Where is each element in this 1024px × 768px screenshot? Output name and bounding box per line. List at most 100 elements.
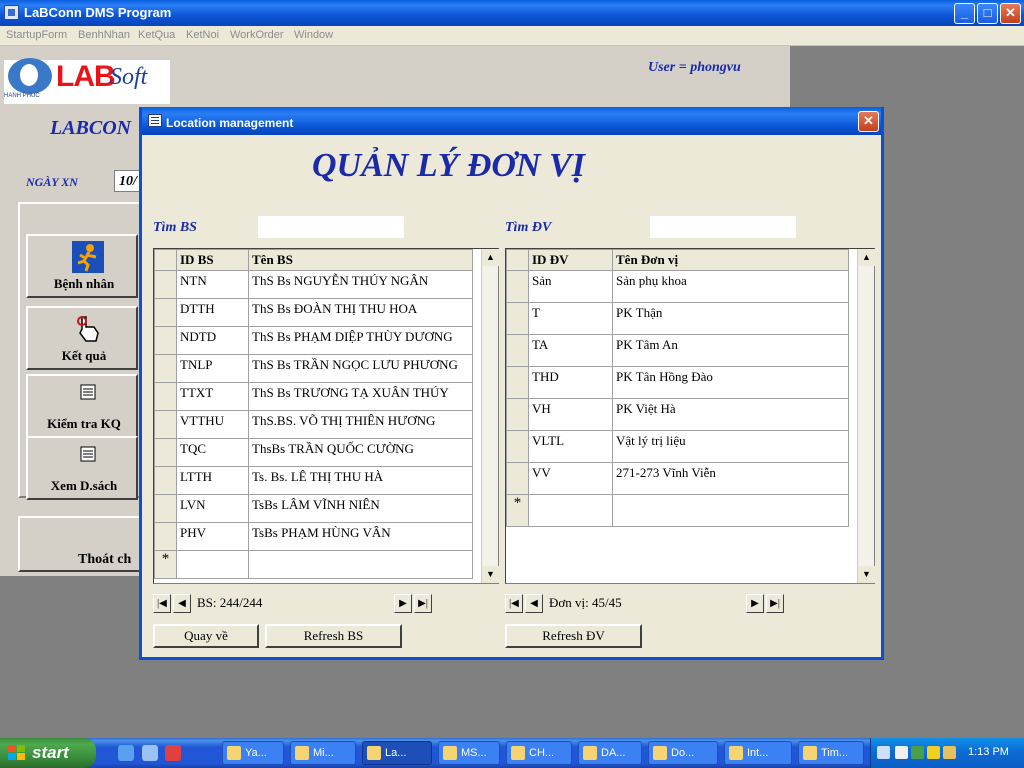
back-button[interactable]: Quay về xyxy=(153,624,259,648)
menu-startupform[interactable]: StartupForm xyxy=(6,29,67,41)
row-selector[interactable] xyxy=(506,270,529,303)
bs-cell-id[interactable]: TNLP xyxy=(176,354,249,383)
bs-cell-id[interactable]: NTN xyxy=(176,270,249,299)
dialog-close-button[interactable]: ✕ xyxy=(858,111,879,132)
taskbar-item-ch[interactable]: CH... xyxy=(506,741,572,765)
bs-cell-id[interactable]: LVN xyxy=(176,494,249,523)
tray-app-icon[interactable] xyxy=(943,746,956,759)
dv-cell-name[interactable]: 271-273 Vĩnh Viễn xyxy=(612,462,849,495)
row-selector[interactable] xyxy=(154,410,177,439)
table-row[interactable]: T PK Thận xyxy=(506,302,849,335)
result-button[interactable]: Kết quả xyxy=(26,306,138,370)
scroll-up-icon[interactable]: ▲ xyxy=(858,249,875,266)
row-selector[interactable] xyxy=(154,494,177,523)
bs-cell-name[interactable]: ThS Bs NGUYỄN THÚY NGÂN xyxy=(248,270,473,299)
new-record-row[interactable]: * xyxy=(154,550,473,579)
table-row[interactable]: DTTH ThS Bs ĐOÀN THỊ THU HOA xyxy=(154,298,473,327)
unit-grid[interactable]: ID ĐV Tên Đơn vị Sản Sản phụ khoa T PK Thận… xyxy=(505,248,875,584)
next-record-icon[interactable]: ▶ xyxy=(746,594,764,613)
bs-cell-id[interactable]: TQC xyxy=(176,438,249,467)
menu-window[interactable]: Window xyxy=(294,29,333,41)
row-selector[interactable] xyxy=(154,270,177,299)
bs-cell-name[interactable]: ThS Bs ĐOÀN THỊ THU HOA xyxy=(248,298,473,327)
last-record-icon[interactable]: ▶| xyxy=(414,594,432,613)
table-row[interactable]: LVN TsBs LÂM VĨNH NIÊN xyxy=(154,494,473,523)
tray-app-icon[interactable] xyxy=(911,746,924,759)
main-title-bar[interactable]: LaBConn DMS Program _ □ ✕ xyxy=(0,0,1024,26)
table-row[interactable]: PHV TsBs PHẠM HÙNG VÂN xyxy=(154,522,473,551)
bs-cell-id[interactable]: LTTH xyxy=(176,466,249,495)
table-row[interactable]: TNLP ThS Bs TRẦN NGỌC LƯU PHƯƠNG xyxy=(154,354,473,383)
last-record-icon[interactable]: ▶| xyxy=(766,594,784,613)
table-row[interactable]: NDTD ThS Bs PHẠM DIỆP THÙY DƯƠNG xyxy=(154,326,473,355)
bs-cell-id[interactable]: TTXT xyxy=(176,382,249,411)
row-selector[interactable] xyxy=(154,354,177,383)
first-record-icon[interactable]: |◀ xyxy=(505,594,523,613)
taskbar-item-int[interactable]: Int... xyxy=(724,741,792,765)
row-selector[interactable] xyxy=(506,430,529,463)
tray-app-icon[interactable] xyxy=(927,746,940,759)
menu-workorder[interactable]: WorkOrder xyxy=(230,29,284,41)
taskbar-item-do[interactable]: Do... xyxy=(648,741,718,765)
prev-record-icon[interactable]: ◀ xyxy=(525,594,543,613)
patient-button[interactable]: Bệnh nhân xyxy=(26,234,138,298)
taskbar-item-ms[interactable]: MS... xyxy=(438,741,500,765)
row-selector[interactable] xyxy=(506,334,529,367)
menu-benhnhan[interactable]: BenhNhan xyxy=(78,29,130,41)
minimize-button[interactable]: _ xyxy=(954,3,975,24)
table-row[interactable]: LTTH Ts. Bs. LÊ THỊ THU HÀ xyxy=(154,466,473,495)
new-record-cell[interactable] xyxy=(248,550,473,579)
refresh-bs-button[interactable]: Refresh BS xyxy=(265,624,402,648)
table-row[interactable]: VTTHU ThS.BS. VÕ THỊ THIÊN HƯƠNG xyxy=(154,410,473,439)
row-selector[interactable] xyxy=(154,382,177,411)
check-result-button[interactable]: Kiểm tra KQ xyxy=(26,374,138,438)
table-row[interactable]: VV 271-273 Vĩnh Viễn xyxy=(506,462,849,495)
column-header-ten-don-vi[interactable]: Tên Đơn vị xyxy=(612,249,849,271)
bs-cell-name[interactable]: Ts. Bs. LÊ THỊ THU HÀ xyxy=(248,466,473,495)
table-row[interactable]: NTN ThS Bs NGUYỄN THÚY NGÂN xyxy=(154,270,473,299)
table-row[interactable]: TQC ThsBs TRẦN QUỐC CƯỜNG xyxy=(154,438,473,467)
unit-grid-scrollbar[interactable]: ▲ ▼ xyxy=(857,249,875,583)
bs-cell-name[interactable]: TsBs PHẠM HÙNG VÂN xyxy=(248,522,473,551)
doctor-grid-scrollbar[interactable]: ▲ ▼ xyxy=(481,249,499,583)
table-row[interactable]: Sản Sản phụ khoa xyxy=(506,270,849,303)
new-record-cell[interactable] xyxy=(528,494,613,527)
bs-cell-name[interactable]: ThS Bs TRƯƠNG TẠ XUÂN THÚY xyxy=(248,382,473,411)
start-button[interactable]: start xyxy=(0,738,96,768)
table-row[interactable]: TTXT ThS Bs TRƯƠNG TẠ XUÂN THÚY xyxy=(154,382,473,411)
scroll-down-icon[interactable]: ▼ xyxy=(482,566,499,583)
next-record-icon[interactable]: ▶ xyxy=(394,594,412,613)
dialog-title-bar[interactable]: Location management xyxy=(142,107,881,135)
bs-cell-id[interactable]: VTTHU xyxy=(176,410,249,439)
table-row[interactable]: VH PK Việt Hà xyxy=(506,398,849,431)
bs-cell-name[interactable]: ThS Bs TRẦN NGỌC LƯU PHƯƠNG xyxy=(248,354,473,383)
row-selector[interactable] xyxy=(154,438,177,467)
dv-cell-name[interactable]: Sản phụ khoa xyxy=(612,270,849,303)
exit-button[interactable]: Thoát ch xyxy=(18,516,148,572)
network-icon[interactable] xyxy=(895,746,908,759)
bs-cell-id[interactable]: NDTD xyxy=(176,326,249,355)
taskbar-item-tim[interactable]: Tim... xyxy=(798,741,864,765)
row-selector[interactable] xyxy=(154,326,177,355)
ie-icon[interactable] xyxy=(118,745,134,761)
bs-cell-id[interactable]: DTTH xyxy=(176,298,249,327)
dv-cell-id[interactable]: VH xyxy=(528,398,613,431)
dv-cell-id[interactable]: VV xyxy=(528,462,613,495)
new-record-row[interactable]: * xyxy=(506,494,849,527)
dv-cell-name[interactable]: PK Tâm An xyxy=(612,334,849,367)
row-selector[interactable] xyxy=(154,466,177,495)
table-row[interactable]: VLTL Vật lý trị liệu xyxy=(506,430,849,463)
bs-cell-name[interactable]: ThsBs TRẦN QUỐC CƯỜNG xyxy=(248,438,473,467)
row-selector[interactable] xyxy=(154,298,177,327)
row-selector[interactable] xyxy=(506,462,529,495)
new-record-cell[interactable] xyxy=(176,550,249,579)
taskbar-item-da[interactable]: DA... xyxy=(578,741,642,765)
dv-cell-name[interactable]: PK Tân Hồng Đào xyxy=(612,366,849,399)
menu-ketnoi[interactable]: KetNoi xyxy=(186,29,219,41)
row-selector[interactable] xyxy=(154,522,177,551)
prev-record-icon[interactable]: ◀ xyxy=(173,594,191,613)
dv-cell-name[interactable]: PK Việt Hà xyxy=(612,398,849,431)
row-selector[interactable] xyxy=(506,302,529,335)
search-dv-input[interactable] xyxy=(650,216,796,238)
bs-cell-name[interactable]: ThS.BS. VÕ THỊ THIÊN HƯƠNG xyxy=(248,410,473,439)
